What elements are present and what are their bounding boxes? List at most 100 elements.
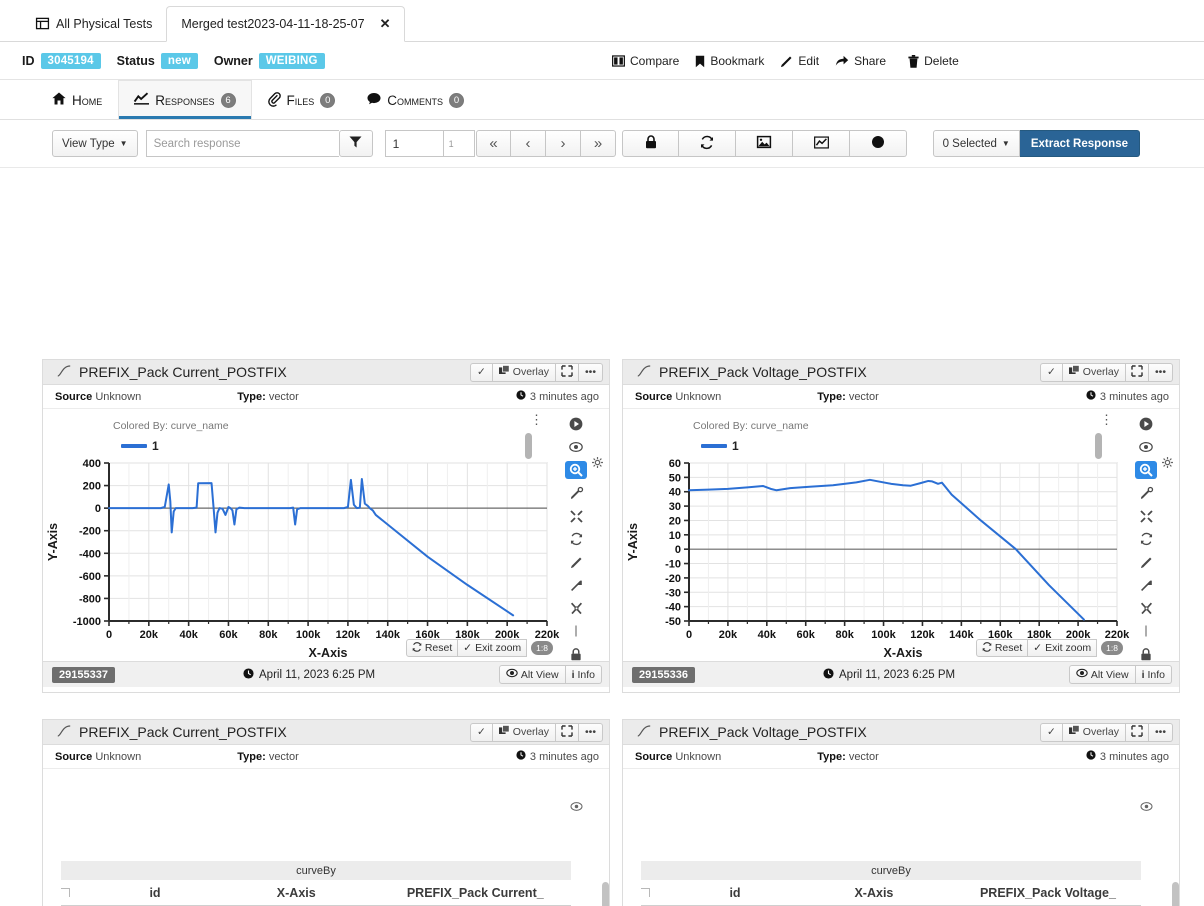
dropper-icon[interactable] xyxy=(565,484,587,502)
bookmark-button[interactable]: Bookmark xyxy=(695,54,764,68)
source-value: Unknown xyxy=(675,750,722,763)
tab-files[interactable]: Files 0 xyxy=(252,80,352,119)
overlay-button[interactable]: Overlay xyxy=(492,362,556,382)
exit-zoom-button[interactable]: ✓ Exit zoom xyxy=(458,639,528,657)
prev-page-icon[interactable]: ‹ xyxy=(511,130,546,157)
overlay-button[interactable]: Overlay xyxy=(1062,362,1126,382)
checkbox-icon[interactable] xyxy=(641,888,650,897)
dropper-icon[interactable] xyxy=(1135,484,1157,502)
record-button[interactable] xyxy=(850,130,907,157)
crosshair-move-icon[interactable] xyxy=(565,507,587,525)
reset-zoom-button[interactable]: Reset xyxy=(975,639,1029,657)
tab-all-physical-tests[interactable]: All Physical Tests xyxy=(22,7,166,41)
minus-icon[interactable] xyxy=(565,622,587,640)
image-button[interactable] xyxy=(736,130,793,157)
arrow-up-right-icon[interactable] xyxy=(565,576,587,594)
more-options-button[interactable]: ••• xyxy=(1148,722,1173,742)
pencil-icon[interactable] xyxy=(1135,553,1157,571)
column-header-value[interactable]: PREFIX_Pack Current_ xyxy=(380,886,571,900)
page-input[interactable] xyxy=(384,130,443,157)
last-page-icon[interactable]: » xyxy=(581,130,616,157)
chart-canvas-voltage[interactable]: 0 20k 40k 60k 80k 100k 120k 140k 160k 180k 200k 220… xyxy=(623,457,1130,661)
minus-icon[interactable] xyxy=(1135,622,1157,640)
overlay-button[interactable]: Overlay xyxy=(1062,722,1126,742)
select-card-button[interactable]: ✓ xyxy=(469,362,493,382)
tab-merged-test[interactable]: Merged test2023-04-11-18-25-07 ✕ xyxy=(166,6,406,42)
eye-icon[interactable] xyxy=(570,801,583,815)
tab-badge: 0 xyxy=(320,92,336,108)
vertical-dots-icon[interactable]: ⋮ xyxy=(530,413,543,426)
tab-home[interactable]: Home xyxy=(36,80,118,119)
filter-button[interactable] xyxy=(338,130,373,157)
play-icon[interactable] xyxy=(1135,415,1157,433)
refresh-icon[interactable] xyxy=(1135,530,1157,548)
share-button[interactable]: Share xyxy=(835,54,886,68)
aspect-ratio-chip[interactable]: 1:8 xyxy=(531,641,553,655)
table-vertical-scrollbar[interactable] xyxy=(1172,882,1179,906)
exit-zoom-button[interactable]: ✓ Exit zoom xyxy=(1028,639,1098,657)
chart-button[interactable] xyxy=(793,130,850,157)
delete-button[interactable]: Delete xyxy=(908,54,959,68)
eye-icon[interactable] xyxy=(1135,438,1157,456)
info-button[interactable]: i Info xyxy=(1135,665,1172,684)
more-options-button[interactable]: ••• xyxy=(578,722,603,742)
scissors-icon[interactable] xyxy=(1135,599,1157,617)
selected-dropdown[interactable]: 0 Selected ▼ xyxy=(932,130,1020,157)
info-button[interactable]: i Info xyxy=(565,665,602,684)
tab-responses[interactable]: Responses 6 xyxy=(118,80,252,119)
gear-icon[interactable] xyxy=(1162,457,1173,471)
gear-icon[interactable] xyxy=(592,457,603,471)
scissors-icon[interactable] xyxy=(565,599,587,617)
expand-button[interactable] xyxy=(1125,722,1149,742)
eye-icon[interactable] xyxy=(1140,801,1153,815)
compare-button[interactable]: Compare xyxy=(612,54,679,68)
column-header-x[interactable]: X-Axis xyxy=(213,886,380,900)
checkbox-icon[interactable] xyxy=(61,888,70,897)
share-icon xyxy=(835,55,849,67)
select-card-button[interactable]: ✓ xyxy=(469,722,493,742)
lock-button[interactable] xyxy=(622,130,679,157)
column-header-value[interactable]: PREFIX_Pack Voltage_ xyxy=(955,886,1141,900)
pencil-icon[interactable] xyxy=(565,553,587,571)
play-icon[interactable] xyxy=(565,415,587,433)
tab-comments[interactable]: Comments 0 xyxy=(351,80,480,119)
magnifier-icon[interactable] xyxy=(565,461,587,479)
expand-button[interactable] xyxy=(555,722,579,742)
column-header-id[interactable]: id xyxy=(677,886,793,900)
expand-button[interactable] xyxy=(555,362,579,382)
chart-scroll-handle[interactable] xyxy=(1095,433,1102,459)
column-header-id[interactable]: id xyxy=(97,886,213,900)
chart-scroll-handle[interactable] xyxy=(525,433,532,459)
footer-date: April 11, 2023 6:25 PM xyxy=(243,667,375,682)
magnifier-icon[interactable] xyxy=(1135,461,1157,479)
refresh-icon[interactable] xyxy=(565,530,587,548)
chart-canvas-current[interactable]: 0 20k 40k 60k 80k 100k 120k 140k 160k 180k 200k 220… xyxy=(43,457,560,661)
overlay-button[interactable]: Overlay xyxy=(492,722,556,742)
next-page-icon[interactable]: › xyxy=(546,130,581,157)
view-type-dropdown[interactable]: View Type ▼ xyxy=(52,130,138,157)
arrow-up-right-icon[interactable] xyxy=(1135,576,1157,594)
crosshair-move-icon[interactable] xyxy=(1135,507,1157,525)
refresh-button[interactable] xyxy=(679,130,736,157)
svg-text:-30: -30 xyxy=(665,587,681,599)
first-page-icon[interactable]: « xyxy=(476,130,511,157)
close-icon[interactable]: ✕ xyxy=(380,16,391,32)
table-vertical-scrollbar[interactable] xyxy=(602,882,609,906)
expand-button[interactable] xyxy=(1125,362,1149,382)
search-input[interactable] xyxy=(145,130,339,157)
edit-button[interactable]: Edit xyxy=(780,54,819,68)
select-all-cell[interactable] xyxy=(641,888,677,897)
eye-icon[interactable] xyxy=(565,438,587,456)
select-all-cell[interactable] xyxy=(61,888,97,897)
vertical-dots-icon[interactable]: ⋮ xyxy=(1100,413,1113,426)
more-options-button[interactable]: ••• xyxy=(1148,362,1173,382)
more-options-button[interactable]: ••• xyxy=(578,362,603,382)
select-card-button[interactable]: ✓ xyxy=(1039,362,1063,382)
alt-view-button[interactable]: Alt View xyxy=(498,665,566,684)
aspect-ratio-chip[interactable]: 1:8 xyxy=(1101,641,1123,655)
alt-view-button[interactable]: Alt View xyxy=(1068,665,1136,684)
select-card-button[interactable]: ✓ xyxy=(1039,722,1063,742)
column-header-x[interactable]: X-Axis xyxy=(793,886,955,900)
reset-zoom-button[interactable]: Reset xyxy=(405,639,459,657)
extract-response-button[interactable]: Extract Response xyxy=(1019,130,1140,157)
